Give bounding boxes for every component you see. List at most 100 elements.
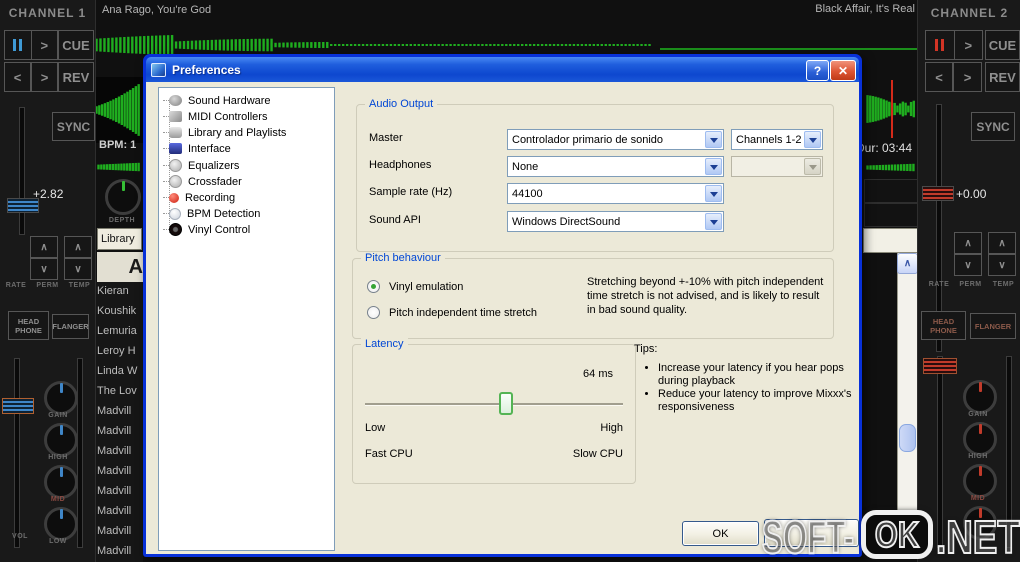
high-label-ch2: HIGH xyxy=(968,453,988,460)
tree-item-equalizers[interactable]: Equalizers xyxy=(162,158,239,173)
high-knob-ch1[interactable] xyxy=(44,423,78,457)
sample-rate-select[interactable]: 44100 xyxy=(507,183,724,204)
help-button[interactable]: ? xyxy=(806,60,829,81)
time-stretch-radio[interactable] xyxy=(367,306,380,319)
temp-down-button-ch1[interactable]: ∨ xyxy=(64,258,92,280)
temp-up-button-ch1[interactable]: ∧ xyxy=(64,236,92,258)
list-item[interactable]: Madvill xyxy=(97,423,143,439)
knob-icon xyxy=(169,159,182,172)
pause-icon[interactable] xyxy=(926,31,954,59)
perm-up-button-ch1[interactable]: ∧ xyxy=(30,236,58,258)
rev-button-ch2[interactable]: REV xyxy=(985,62,1020,92)
list-item[interactable]: Koushik xyxy=(97,303,143,319)
pitch-note: Stretching beyond +-10% with pitch indep… xyxy=(587,276,824,316)
seek-back-button-ch2[interactable]: < xyxy=(925,62,953,92)
scroll-up-button[interactable]: ∧ xyxy=(897,253,918,274)
headphone-button-ch1[interactable]: HEAD PHONE xyxy=(8,311,49,340)
tree-item-library-playlists[interactable]: Library and Playlists xyxy=(162,125,286,140)
depth-knob[interactable] xyxy=(105,179,141,215)
latency-fast-cpu-label: Fast CPU xyxy=(365,448,413,460)
play-icon[interactable]: > xyxy=(30,31,58,59)
mid-knob-ch1[interactable] xyxy=(44,465,78,499)
list-item[interactable]: Madvill xyxy=(97,443,143,459)
volume-fader-handle-ch2[interactable] xyxy=(923,358,957,374)
high-knob-ch2[interactable] xyxy=(963,422,997,456)
rate-fader-handle-ch2[interactable] xyxy=(922,186,954,201)
list-item[interactable]: Madvill xyxy=(97,523,143,539)
list-item[interactable]: Linda W xyxy=(97,363,143,379)
volume-fader-track-ch1[interactable] xyxy=(14,358,20,548)
temp-up-button-ch2[interactable]: ∧ xyxy=(988,232,1016,254)
list-item[interactable]: Kieran xyxy=(97,283,143,299)
headphones-device-select[interactable]: None xyxy=(507,156,724,177)
deck2-duration-label: Dur: 03:44 xyxy=(856,141,913,155)
list-item[interactable]: Lemuria xyxy=(97,323,143,339)
temp-down-button-ch2[interactable]: ∨ xyxy=(988,254,1016,276)
library-header[interactable]: A xyxy=(97,252,143,282)
rev-button-ch1[interactable]: REV xyxy=(58,62,94,92)
tree-item-crossfader[interactable]: Crossfader xyxy=(163,174,242,189)
deck2-playhead xyxy=(891,80,893,138)
pause-icon[interactable] xyxy=(5,31,31,59)
seek-fwd-button-ch1[interactable]: > xyxy=(31,62,58,92)
chevron-down-icon[interactable] xyxy=(705,213,722,230)
headphone-button-ch2[interactable]: HEAD PHONE xyxy=(921,311,966,340)
chevron-down-icon[interactable] xyxy=(705,131,722,148)
pitch-behaviour-title: Pitch behaviour xyxy=(361,252,445,264)
chevron-down-icon[interactable] xyxy=(804,131,821,148)
perm-down-button-ch1[interactable]: ∨ xyxy=(30,258,58,280)
seek-back-button-ch1[interactable]: < xyxy=(4,62,31,92)
chevron-down-icon[interactable] xyxy=(705,158,722,175)
ok-button[interactable]: OK xyxy=(682,521,759,546)
flanger-button-ch1[interactable]: FLANGER xyxy=(52,314,89,339)
scrollbar-thumb[interactable] xyxy=(899,424,916,452)
tips-list: Increase your latency if you hear pops d… xyxy=(644,362,854,414)
list-item[interactable]: Madvill xyxy=(97,503,143,519)
flanger-button-ch2[interactable]: FLANGER xyxy=(970,313,1016,339)
tree-item-vinyl-control[interactable]: Vinyl Control xyxy=(162,222,250,237)
sound-api-select[interactable]: Windows DirectSound xyxy=(507,211,724,232)
list-item[interactable]: Madvill xyxy=(97,483,143,499)
low-knob-ch1[interactable] xyxy=(44,507,78,541)
sync-button-ch2[interactable]: SYNC xyxy=(971,112,1015,141)
master-channels-select[interactable]: Channels 1-2 xyxy=(731,129,823,150)
sync-button-ch1[interactable]: SYNC xyxy=(52,112,95,141)
deck2-beat-waveform xyxy=(866,159,918,176)
library-tab[interactable]: Library xyxy=(97,228,142,250)
tree-item-bpm-detection[interactable]: BPM Detection xyxy=(162,206,260,221)
list-item[interactable]: Madvill xyxy=(97,543,143,559)
vinyl-emulation-radio[interactable] xyxy=(367,280,380,293)
dialog-titlebar[interactable]: Preferences xyxy=(146,57,859,82)
mid-knob-ch2[interactable] xyxy=(963,464,997,498)
chevron-down-icon[interactable] xyxy=(705,185,722,202)
tree-item-interface[interactable]: Interface xyxy=(163,141,231,156)
playpause-group-ch1[interactable]: > xyxy=(4,30,58,60)
list-item[interactable]: Leroy H xyxy=(97,343,143,359)
perm-down-button-ch2[interactable]: ∨ xyxy=(954,254,982,276)
volume-fader-handle-ch1[interactable] xyxy=(2,398,34,414)
tree-item-recording[interactable]: Recording xyxy=(162,190,235,205)
master-device-select[interactable]: Controlador primario de sonido xyxy=(507,129,724,150)
seek-fwd-button-ch2[interactable]: > xyxy=(953,62,982,92)
play-icon[interactable]: > xyxy=(953,31,983,59)
gain-label-ch2: GAIN xyxy=(968,411,988,418)
latency-slider-handle[interactable] xyxy=(499,392,513,415)
headphones-channels-select xyxy=(731,156,823,177)
perm-up-button-ch2[interactable]: ∧ xyxy=(954,232,982,254)
latency-group: Latency 64 ms Low High Fast CPU Slow CPU xyxy=(352,338,636,484)
latency-slider-track[interactable] xyxy=(365,403,623,405)
playpause-group-ch2[interactable]: > xyxy=(925,30,983,60)
list-item[interactable]: Madvill xyxy=(97,463,143,479)
close-button[interactable]: ✕ xyxy=(830,60,856,81)
cue-button-ch1[interactable]: CUE xyxy=(58,30,94,60)
gain-knob-ch1[interactable] xyxy=(44,381,78,415)
list-item[interactable]: Madvill xyxy=(97,403,143,419)
rate-fader-track-ch1[interactable] xyxy=(19,107,25,235)
tree-item-midi-controllers[interactable]: MIDI Controllers xyxy=(162,109,267,124)
depth-label: DEPTH xyxy=(108,217,136,224)
watermark-text-prefix: SOFT- xyxy=(761,511,855,562)
cue-button-ch2[interactable]: CUE xyxy=(985,30,1020,60)
tree-item-sound-hardware[interactable]: Sound Hardware xyxy=(163,93,271,108)
gain-knob-ch2[interactable] xyxy=(963,380,997,414)
list-item[interactable]: The Lov xyxy=(97,383,143,399)
